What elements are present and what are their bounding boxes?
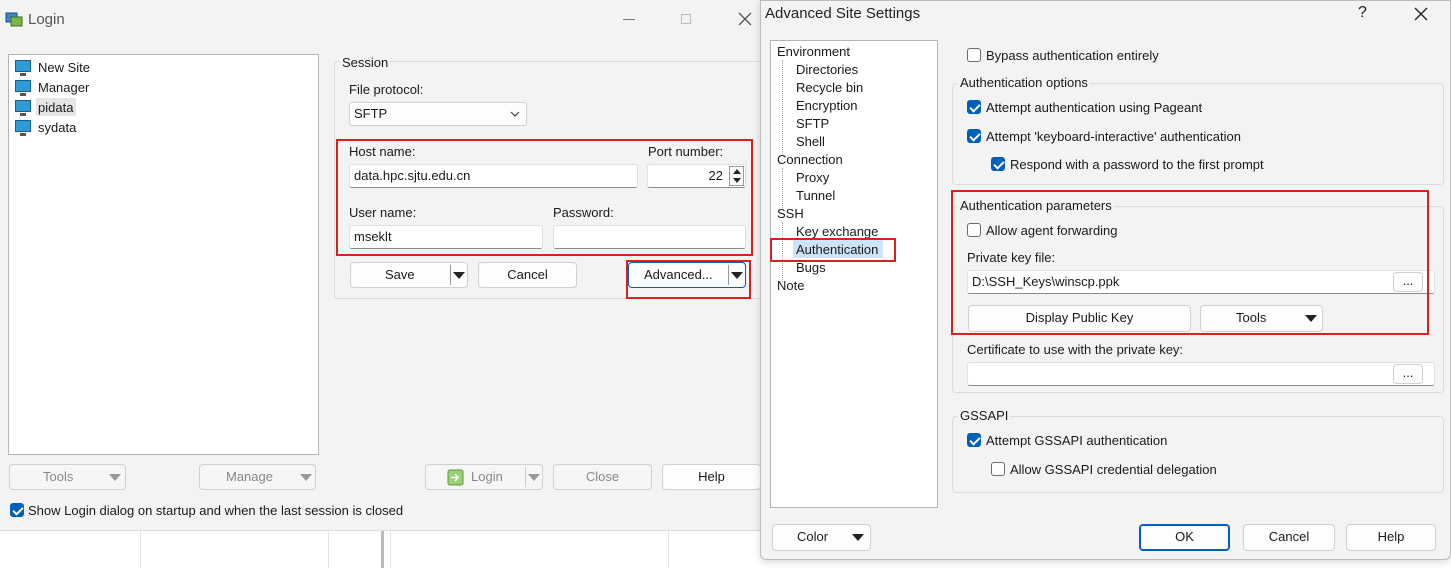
tree-environment[interactable]: Environment [777, 44, 850, 59]
advanced-title: Advanced Site Settings [765, 5, 921, 22]
tree-ssh[interactable]: SSH [777, 206, 804, 221]
session-legend: Session [340, 55, 391, 70]
help-button[interactable]: Help [662, 464, 761, 490]
gssapi-label: Attempt GSSAPI authentication [986, 433, 1168, 448]
tree-directories[interactable]: Directories [796, 62, 858, 77]
credentials-highlight-box [336, 139, 753, 256]
login-title: Login [28, 11, 65, 28]
manage-label: Manage [226, 469, 273, 484]
tree-line [782, 60, 784, 156]
color-label: Color [797, 529, 829, 544]
keyboard-interactive-checkbox[interactable] [967, 129, 981, 143]
grid-line [328, 531, 329, 568]
gssapi-legend: GSSAPI [958, 408, 1011, 423]
close-icon[interactable] [738, 12, 752, 26]
gssapi-checkbox[interactable] [967, 433, 981, 447]
advanced-settings-window: Advanced Site Settings ? Environment Dir… [760, 0, 1451, 560]
tree-encryption[interactable]: Encryption [796, 98, 857, 113]
file-protocol-select[interactable]: SFTP [349, 102, 527, 126]
authentication-highlight-box [770, 238, 896, 262]
gssapi-delegation-label: Allow GSSAPI credential delegation [1010, 462, 1217, 477]
new-site-icon [15, 60, 31, 76]
bypass-auth-checkbox[interactable] [967, 48, 981, 62]
save-split [450, 265, 451, 285]
maximize-icon[interactable] [681, 14, 691, 24]
gssapi-delegation-checkbox[interactable] [991, 462, 1005, 476]
login-dropdown-icon [528, 474, 540, 481]
close-button[interactable]: Close [553, 464, 652, 490]
tree-bugs[interactable]: Bugs [796, 260, 826, 275]
respond-password-label: Respond with a password to the first pro… [1010, 157, 1264, 172]
show-login-checkbox[interactable] [10, 503, 24, 517]
respond-password-checkbox[interactable] [991, 157, 1005, 171]
settings-tree[interactable]: Environment Directories Recycle bin Encr… [770, 40, 938, 508]
tree-tunnel[interactable]: Tunnel [796, 188, 835, 203]
ok-button[interactable]: OK [1139, 524, 1230, 551]
computer-icon [15, 80, 31, 96]
tree-shell[interactable]: Shell [796, 134, 825, 149]
file-protocol-label: File protocol: [349, 82, 424, 97]
advanced-highlight-box [626, 260, 751, 299]
certificate-browse-button[interactable]: ... [1393, 364, 1423, 384]
bypass-auth-label: Bypass authentication entirely [986, 48, 1159, 63]
manage-dropdown-icon [300, 474, 312, 481]
color-dropdown-icon [852, 534, 864, 541]
computer-icon [15, 100, 31, 116]
site-sydata[interactable]: sydata [38, 120, 76, 135]
certificate-label: Certificate to use with the private key: [967, 342, 1184, 357]
tree-key-exchange[interactable]: Key exchange [796, 224, 878, 239]
auth-options-legend: Authentication options [958, 75, 1090, 90]
minimize-icon[interactable] [623, 19, 635, 20]
login-split [525, 467, 526, 487]
chevron-down-icon [510, 111, 520, 117]
help-button[interactable]: Help [1346, 524, 1436, 551]
help-icon[interactable]: ? [1358, 4, 1367, 22]
login-label: Login [471, 469, 503, 484]
tree-proxy[interactable]: Proxy [796, 170, 829, 185]
cancel-button[interactable]: Cancel [478, 262, 577, 288]
grid-line [390, 531, 391, 568]
tree-connection[interactable]: Connection [777, 152, 843, 167]
auth-params-highlight-box [951, 190, 1429, 335]
save-label: Save [385, 267, 415, 282]
site-pidata[interactable]: pidata [38, 100, 73, 115]
tree-sftp[interactable]: SFTP [796, 116, 829, 131]
grid-line [140, 531, 141, 568]
splitter [381, 531, 384, 568]
close-icon[interactable] [1414, 7, 1428, 21]
login-window: Login New Site Manager pidata sydata Ses… [0, 0, 764, 530]
file-protocol-value: SFTP [354, 106, 388, 121]
computer-icon [15, 120, 31, 136]
site-manager[interactable]: Manager [38, 80, 89, 95]
login-icon [447, 469, 464, 486]
tree-recycle-bin[interactable]: Recycle bin [796, 80, 863, 95]
tree-note[interactable]: Note [777, 278, 804, 293]
app-icon [5, 10, 23, 28]
keyboard-interactive-label: Attempt 'keyboard-interactive' authentic… [986, 129, 1241, 144]
save-dropdown-icon[interactable] [453, 272, 465, 279]
certificate-field[interactable] [967, 362, 1435, 386]
grid-line [668, 531, 669, 568]
manage-button[interactable]: Manage [199, 464, 316, 490]
pageant-checkbox[interactable] [967, 100, 981, 114]
site-list[interactable]: New Site Manager pidata sydata [8, 54, 319, 455]
tools-dropdown-icon [109, 474, 121, 481]
show-login-label: Show Login dialog on startup and when th… [28, 503, 404, 518]
tools-label: Tools [43, 469, 74, 484]
pageant-label: Attempt authentication using Pageant [986, 100, 1203, 115]
cancel-button[interactable]: Cancel [1243, 524, 1335, 551]
site-new-site[interactable]: New Site [38, 60, 90, 75]
background-table-area [0, 530, 762, 568]
tree-line [782, 168, 784, 210]
gssapi-group [952, 416, 1444, 493]
